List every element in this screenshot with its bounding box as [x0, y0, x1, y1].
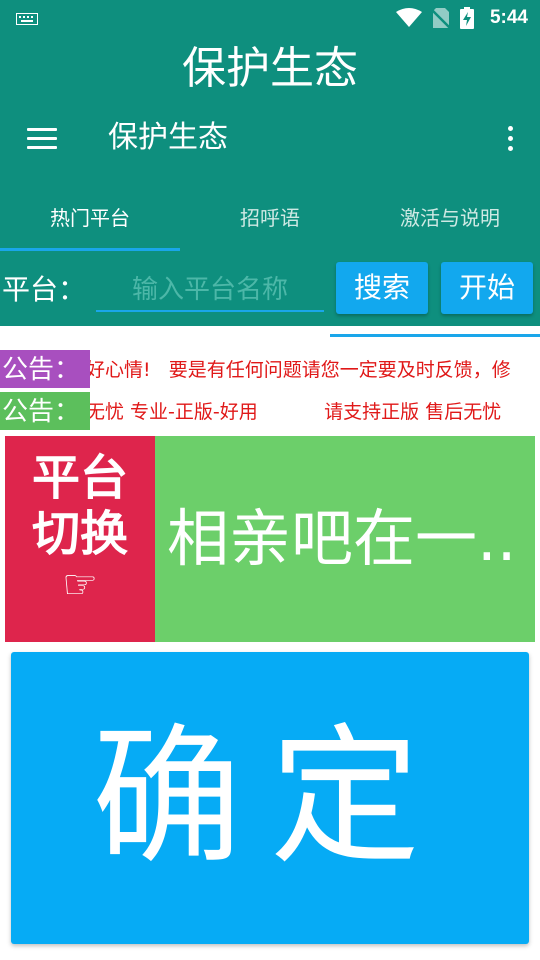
tab-activation-instructions[interactable]: 激活与说明 [360, 196, 540, 254]
status-bar: 5:44 [0, 0, 540, 36]
pointing-hand-icon: ☞ [62, 562, 98, 608]
notice-bar-2: 无忧 专业-正版-好用 请支持正版 售后无忧 公告： [0, 392, 540, 430]
switch-label-line2: 切换 [31, 506, 128, 562]
notice-bar-1: 好心情! 要是有任何问题请您一定要及时反馈，修 公告： [0, 350, 540, 388]
current-platform-display[interactable]: 相亲吧在一.. [155, 436, 535, 642]
notice-text: 无忧 专业-正版-好用 请支持正版 售后无忧 [86, 401, 502, 423]
more-options-icon[interactable] [496, 122, 524, 154]
keyboard-icon [16, 13, 38, 25]
search-underline [330, 334, 540, 337]
toolbar: 保护生态 [0, 106, 540, 170]
confirm-button[interactable]: 确定 [11, 652, 529, 944]
toolbar-title: 保护生态 [108, 120, 228, 155]
wifi-icon [395, 8, 422, 27]
app-header: 保护生态 保护生态 热门平台 招呼语 激活与说明 平台： 搜索 开始 [0, 36, 540, 326]
tab-hot-platforms[interactable]: 热门平台 [0, 196, 180, 254]
switch-label-line1: 平台 [31, 450, 128, 506]
search-row: 平台： 搜索 开始 [0, 260, 540, 320]
system-icons: 5:44 [395, 7, 528, 29]
battery-charging-icon [459, 7, 474, 29]
notice-label: 公告： [0, 350, 90, 388]
tab-indicator [0, 248, 180, 251]
no-sim-icon [431, 8, 450, 29]
start-button[interactable]: 开始 [441, 262, 533, 314]
search-button[interactable]: 搜索 [336, 262, 428, 314]
clock: 5:44 [489, 7, 528, 28]
platform-switch-panel: 平台 切换 ☞ 相亲吧在一.. [5, 436, 535, 642]
menu-icon[interactable] [20, 120, 64, 156]
platform-label: 平台： [2, 273, 87, 306]
tab-greetings[interactable]: 招呼语 [180, 196, 360, 254]
platform-switch-button[interactable]: 平台 切换 ☞ [5, 436, 155, 642]
notice-text: 好心情! 要是有任何问题请您一定要及时反馈，修 [86, 359, 511, 381]
app-title: 保护生态 [182, 43, 358, 94]
notice-label: 公告： [0, 392, 90, 430]
platform-search-input[interactable] [96, 270, 324, 312]
tab-bar: 热门平台 招呼语 激活与说明 [0, 196, 540, 254]
